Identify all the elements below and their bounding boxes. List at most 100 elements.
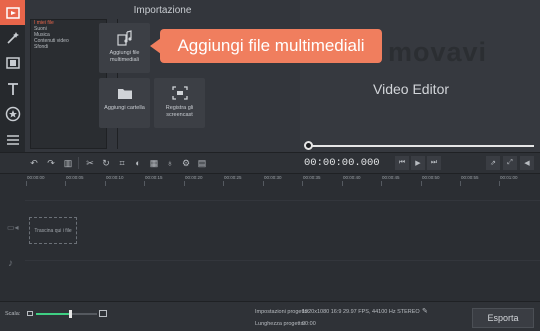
- zoom-out-icon[interactable]: [27, 311, 33, 316]
- audio-record-button[interactable]: ♁: [163, 156, 177, 170]
- delete-button[interactable]: ▥: [61, 156, 75, 170]
- import-icon: [5, 6, 20, 19]
- category-list: I miei file Suoni Musica Contenuti video…: [30, 19, 107, 149]
- audio-track[interactable]: [25, 260, 540, 300]
- equalizer-button[interactable]: ▤: [195, 156, 209, 170]
- preview-scrubber-handle[interactable]: [304, 141, 313, 150]
- scale-slider-fill: [36, 313, 70, 315]
- previous-frame-button[interactable]: ⏮: [395, 156, 409, 170]
- cut-button[interactable]: ✂: [83, 156, 97, 170]
- redo-button[interactable]: ↷: [44, 156, 58, 170]
- contrast-icon: ◐: [135, 158, 141, 168]
- crop-icon: ⌗: [119, 157, 125, 168]
- ruler-tick-label: 00:00:30: [264, 175, 282, 180]
- video-preview: movavi Video Editor: [300, 0, 540, 152]
- detach-preview-button[interactable]: ⇗: [486, 156, 500, 170]
- slideshow-button[interactable]: ▦: [147, 156, 161, 170]
- scale-slider-handle[interactable]: [69, 310, 72, 318]
- video-track-icon: ▭◂: [7, 223, 19, 232]
- list-icon: [6, 134, 19, 145]
- export-button[interactable]: Esporta: [472, 308, 534, 328]
- screencast-icon: [154, 83, 205, 103]
- project-settings-value: 1920x1080 16:9 29.97 FPS, 44100 Hz STERE…: [302, 309, 420, 315]
- edit-settings-icon[interactable]: ✎: [422, 307, 428, 315]
- timeline-tracks[interactable]: ▭◂ ♪ Trascina qui i file: [0, 186, 540, 301]
- tooltip-text: Aggiungi file multimediali: [177, 36, 365, 55]
- next-frame-button[interactable]: ⏭: [427, 156, 441, 170]
- fullscreen-icon: ⤢: [507, 159, 513, 166]
- ruler-tick-label: 00:00:45: [382, 175, 400, 180]
- play-button[interactable]: ▶: [411, 156, 425, 170]
- transitions-tool-button[interactable]: [0, 50, 25, 75]
- settings-button[interactable]: ⚙: [179, 156, 193, 170]
- preview-scrubber-track[interactable]: [306, 145, 534, 147]
- record-screencast-label: Registra gli screencast: [165, 105, 194, 118]
- ruler-tick-label: 00:01:00: [500, 175, 518, 180]
- skip-forward-icon: ⏭: [430, 159, 438, 166]
- skip-back-icon: ⏮: [398, 159, 406, 166]
- record-screencast-button[interactable]: Registra gli screencast: [154, 78, 205, 128]
- drop-zone[interactable]: Trascina qui i file: [29, 217, 77, 244]
- external-window-icon: ⇗: [490, 160, 496, 167]
- toolbar-separator: [78, 157, 79, 169]
- ruler-tick-label: 00:00:00: [27, 175, 45, 180]
- timecode-display: 00:00:00.000: [304, 157, 380, 169]
- color-adjust-button[interactable]: ◐: [131, 156, 145, 170]
- microphone-icon: ♁: [166, 158, 174, 168]
- fullscreen-button[interactable]: ⤢: [503, 156, 517, 170]
- ruler-tick-label: 00:00:20: [185, 175, 203, 180]
- undo-icon: ↶: [30, 157, 38, 168]
- tool-strip: [0, 0, 25, 152]
- product-name: Video Editor: [373, 81, 450, 97]
- project-length-value: 00:00: [302, 321, 316, 327]
- folder-icon: [99, 83, 150, 103]
- add-folder-button[interactable]: Aggiungi cartella: [99, 78, 150, 128]
- video-track[interactable]: [25, 200, 540, 260]
- rotate-icon: ↻: [102, 157, 110, 168]
- add-media-button[interactable]: Aggiungi file multimediali: [99, 23, 150, 73]
- star-circle-icon: [5, 106, 20, 121]
- ruler-tick-label: 00:00:35: [303, 175, 321, 180]
- more-tools-button[interactable]: [0, 127, 25, 152]
- project-length-label: Lunghezza progetto:: [255, 321, 306, 327]
- export-label: Esporta: [487, 313, 519, 323]
- media-files-icon: [99, 28, 150, 48]
- rotate-button[interactable]: ↻: [99, 156, 113, 170]
- music-note-icon: ♪: [8, 258, 13, 269]
- text-icon: [7, 82, 18, 95]
- frames-icon: ▦: [149, 157, 159, 168]
- ruler-tick-label: 00:00:50: [422, 175, 440, 180]
- zoom-in-icon[interactable]: [99, 310, 107, 317]
- titles-tool-button[interactable]: [0, 76, 25, 101]
- gear-icon: ⚙: [181, 157, 191, 168]
- add-folder-label: Aggiungi cartella: [104, 105, 145, 111]
- ruler-tick-label: 00:00:15: [145, 175, 163, 180]
- video-editor-window: Importazione I miei file Suoni Musica Co…: [0, 0, 540, 331]
- stickers-tool-button[interactable]: [0, 101, 25, 126]
- volume-button[interactable]: ◀: [520, 156, 534, 170]
- equalizer-icon: ▤: [197, 157, 207, 168]
- trash-icon: ▥: [63, 157, 73, 168]
- tooltip: Aggiungi file multimediali: [160, 29, 382, 63]
- import-panel-title: Importazione: [133, 5, 192, 16]
- timeline-ruler[interactable]: 00:00:00 00:00:05 00:00:10 00:00:15 00:0…: [0, 174, 540, 186]
- import-tool-button[interactable]: [0, 0, 25, 25]
- ruler-tick-label: 00:00:40: [343, 175, 361, 180]
- track-header-column: [0, 186, 25, 301]
- drop-zone-hint: Trascina qui i file: [34, 227, 72, 234]
- project-settings-label: Impostazioni progetto:: [255, 309, 310, 315]
- crop-button[interactable]: ⌗: [115, 156, 129, 170]
- ruler-tick-label: 00:00:10: [106, 175, 124, 180]
- import-panel: Importazione I miei file Suoni Musica Co…: [25, 0, 300, 152]
- volume-icon: ◀: [524, 160, 530, 167]
- category-backgrounds[interactable]: Sfondi: [31, 44, 106, 50]
- filters-tool-button[interactable]: [0, 25, 25, 50]
- status-bar: Scala: Impostazioni progetto: 1920x1080 …: [0, 301, 540, 331]
- timeline-toolbar: ↶ ↷ ▥ ✂ ↻ ⌗ ◐ ▦ ♁ ⚙ ▤ 00:00:00.000 ⏮ ▶ ⏭…: [0, 152, 540, 174]
- scissors-icon: ✂: [86, 157, 94, 168]
- undo-button[interactable]: ↶: [27, 156, 41, 170]
- play-icon: ▶: [415, 160, 421, 167]
- scale-slider[interactable]: [36, 313, 97, 315]
- ruler-tick-label: 00:00:25: [224, 175, 242, 180]
- film-strip-icon: [5, 56, 20, 69]
